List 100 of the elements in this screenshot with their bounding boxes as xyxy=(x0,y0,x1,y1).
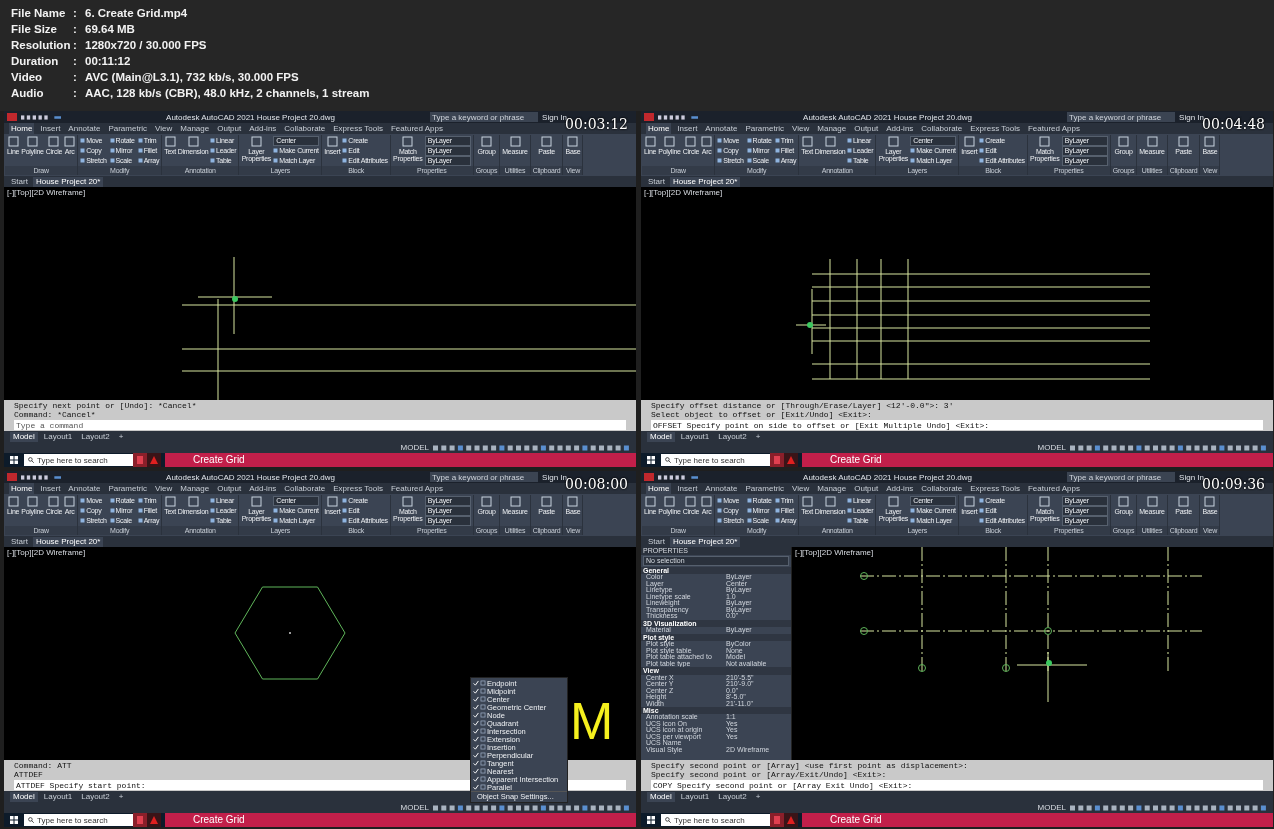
document-tab[interactable]: Start xyxy=(645,177,668,187)
ribbon-tab[interactable]: Collaborate xyxy=(919,123,965,134)
viewport-label[interactable]: [-][Top][2D Wireframe] xyxy=(7,188,86,197)
document-tab[interactable]: House Project 20* xyxy=(32,177,104,187)
separator: : xyxy=(73,6,78,20)
ribbon-tab[interactable]: Insert xyxy=(675,483,700,494)
layout-tab[interactable]: Layout1 xyxy=(40,431,76,442)
layout-tab[interactable]: Layout1 xyxy=(677,791,713,802)
sign-in-link[interactable]: Sign In xyxy=(542,472,567,482)
ribbon-tab[interactable]: Home xyxy=(9,483,35,494)
ribbon-tab[interactable]: Parametric xyxy=(743,483,787,494)
document-tab[interactable]: House Project 20* xyxy=(669,537,741,547)
layout-tab[interactable]: Model xyxy=(10,431,38,442)
ribbon-tab[interactable]: Home xyxy=(646,483,672,494)
layout-tab[interactable]: Model xyxy=(10,791,38,802)
command-history-line: Select object to offset or [Exit/Undo] <Exit>: xyxy=(651,410,872,419)
ribbon-tab[interactable]: View xyxy=(153,123,175,134)
ribbon-tab[interactable]: Home xyxy=(646,123,672,134)
ribbon-tab[interactable]: Parametric xyxy=(106,483,150,494)
search-field[interactable]: Type a keyword or phrase xyxy=(430,112,539,122)
app-icon[interactable] xyxy=(7,473,17,481)
ribbon-tab[interactable]: Annotate xyxy=(703,483,740,494)
ribbon-tab[interactable]: View xyxy=(790,483,812,494)
info-label: File Name xyxy=(11,6,67,20)
ribbon-tab[interactable]: Insert xyxy=(675,123,700,134)
taskbar-search-field[interactable]: Type here to search xyxy=(661,454,770,466)
taskbar-search-field[interactable]: Type here to search xyxy=(24,454,133,466)
layout-tab[interactable]: Layout1 xyxy=(677,431,713,442)
layout-tab[interactable]: Layout2 xyxy=(715,431,750,442)
ribbon-tab[interactable]: Insert xyxy=(38,483,63,494)
status-mode[interactable]: MODEL xyxy=(400,803,429,812)
ribbon-tab[interactable]: Annotate xyxy=(66,123,103,134)
ribbon-tab[interactable]: Manage xyxy=(178,123,212,134)
search-field[interactable]: Type a keyword or phrase xyxy=(1067,112,1176,122)
search-field[interactable]: Type a keyword or phrase xyxy=(430,472,539,482)
ribbon-tab[interactable]: Manage xyxy=(815,483,849,494)
search-field[interactable]: Type a keyword or phrase xyxy=(1067,472,1176,482)
layout-tab[interactable]: + xyxy=(752,791,764,802)
ribbon-tab[interactable]: Add-ins xyxy=(884,483,916,494)
command-field[interactable]: COPY Specify second point or [Array Exit Undo] <Exit>: xyxy=(651,780,1263,790)
ribbon-tab[interactable]: View xyxy=(153,483,175,494)
status-mode[interactable]: MODEL xyxy=(1037,443,1066,452)
layout-tab[interactable]: Model xyxy=(647,431,675,442)
app-icon[interactable] xyxy=(644,473,654,481)
ribbon-tab[interactable]: Parametric xyxy=(106,123,150,134)
command-field[interactable]: Type a command xyxy=(14,420,626,430)
document-tab[interactable]: House Project 20* xyxy=(32,537,104,547)
ribbon-tab[interactable]: Add-ins xyxy=(247,123,279,134)
ribbon-tab[interactable]: Featured Apps xyxy=(1025,123,1082,134)
document-tab[interactable]: Start xyxy=(645,537,668,547)
ribbon-tab[interactable]: Insert xyxy=(38,123,63,134)
ribbon-tab[interactable]: Manage xyxy=(178,483,212,494)
app-icon[interactable] xyxy=(644,113,654,121)
sign-in-link[interactable]: Sign In xyxy=(1179,112,1204,122)
layout-tab[interactable]: Layout1 xyxy=(40,791,76,802)
viewport-label[interactable]: [-][Top][2D Wireframe] xyxy=(7,548,86,557)
ribbon-tab[interactable]: Featured Apps xyxy=(1025,483,1082,494)
viewport-label[interactable]: [-][Top][2D Wireframe] xyxy=(644,188,723,197)
ribbon-tab[interactable]: Annotate xyxy=(703,123,740,134)
app-icon xyxy=(133,813,147,827)
ribbon-tab[interactable]: Output xyxy=(852,483,881,494)
layout-tab[interactable]: Layout2 xyxy=(78,791,113,802)
status-mode[interactable]: MODEL xyxy=(1037,803,1066,812)
ribbon-tab[interactable]: Manage xyxy=(815,123,849,134)
ribbon-tab[interactable]: Collaborate xyxy=(282,483,328,494)
document-tab[interactable]: House Project 20* xyxy=(669,177,741,187)
ribbon-tab[interactable]: Featured Apps xyxy=(388,123,445,134)
sign-in-link[interactable]: Sign In xyxy=(1179,472,1204,482)
layout-tab[interactable]: + xyxy=(115,791,127,802)
ribbon-tab[interactable]: Featured Apps xyxy=(388,483,445,494)
ribbon-tab[interactable]: Output xyxy=(852,123,881,134)
ribbon-tab[interactable]: Express Tools xyxy=(968,483,1022,494)
layout-tab[interactable]: Layout2 xyxy=(78,431,113,442)
layout-tab[interactable]: Layout2 xyxy=(715,791,750,802)
ribbon-tab[interactable]: Annotate xyxy=(66,483,103,494)
ribbon-tab[interactable]: Express Tools xyxy=(331,483,385,494)
ribbon-tab[interactable]: Collaborate xyxy=(919,483,965,494)
command-field[interactable]: OFFSET Specify point on side to offset or [Exit Multiple Undo] <Exit>: xyxy=(651,420,1263,430)
taskbar-search-field[interactable]: Type here to search xyxy=(661,814,770,826)
sign-in-link[interactable]: Sign In xyxy=(542,112,567,122)
layout-tab[interactable]: + xyxy=(752,431,764,442)
document-tab[interactable]: Start xyxy=(8,177,31,187)
layout-tab[interactable]: + xyxy=(115,431,127,442)
status-mode[interactable]: MODEL xyxy=(400,443,429,452)
ribbon-tab[interactable]: Express Tools xyxy=(331,123,385,134)
ribbon-tab[interactable]: Output xyxy=(215,483,244,494)
document-tab[interactable]: Start xyxy=(8,537,31,547)
layout-tab[interactable]: Model xyxy=(647,791,675,802)
app-icon[interactable] xyxy=(7,113,17,121)
viewport-label[interactable]: [-][Top][2D Wireframe] xyxy=(795,548,874,557)
ribbon-tab[interactable]: Output xyxy=(215,123,244,134)
ribbon-tab[interactable]: Express Tools xyxy=(968,123,1022,134)
taskbar-search-field[interactable]: Type here to search xyxy=(24,814,133,826)
ribbon-tab[interactable]: Add-ins xyxy=(884,123,916,134)
ribbon-tab[interactable]: View xyxy=(790,123,812,134)
ribbon-tab[interactable]: Home xyxy=(9,123,35,134)
ribbon-tab[interactable]: Parametric xyxy=(743,123,787,134)
ribbon-tab[interactable]: Add-ins xyxy=(247,483,279,494)
tool-icon xyxy=(963,136,975,147)
ribbon-tab[interactable]: Collaborate xyxy=(282,123,328,134)
